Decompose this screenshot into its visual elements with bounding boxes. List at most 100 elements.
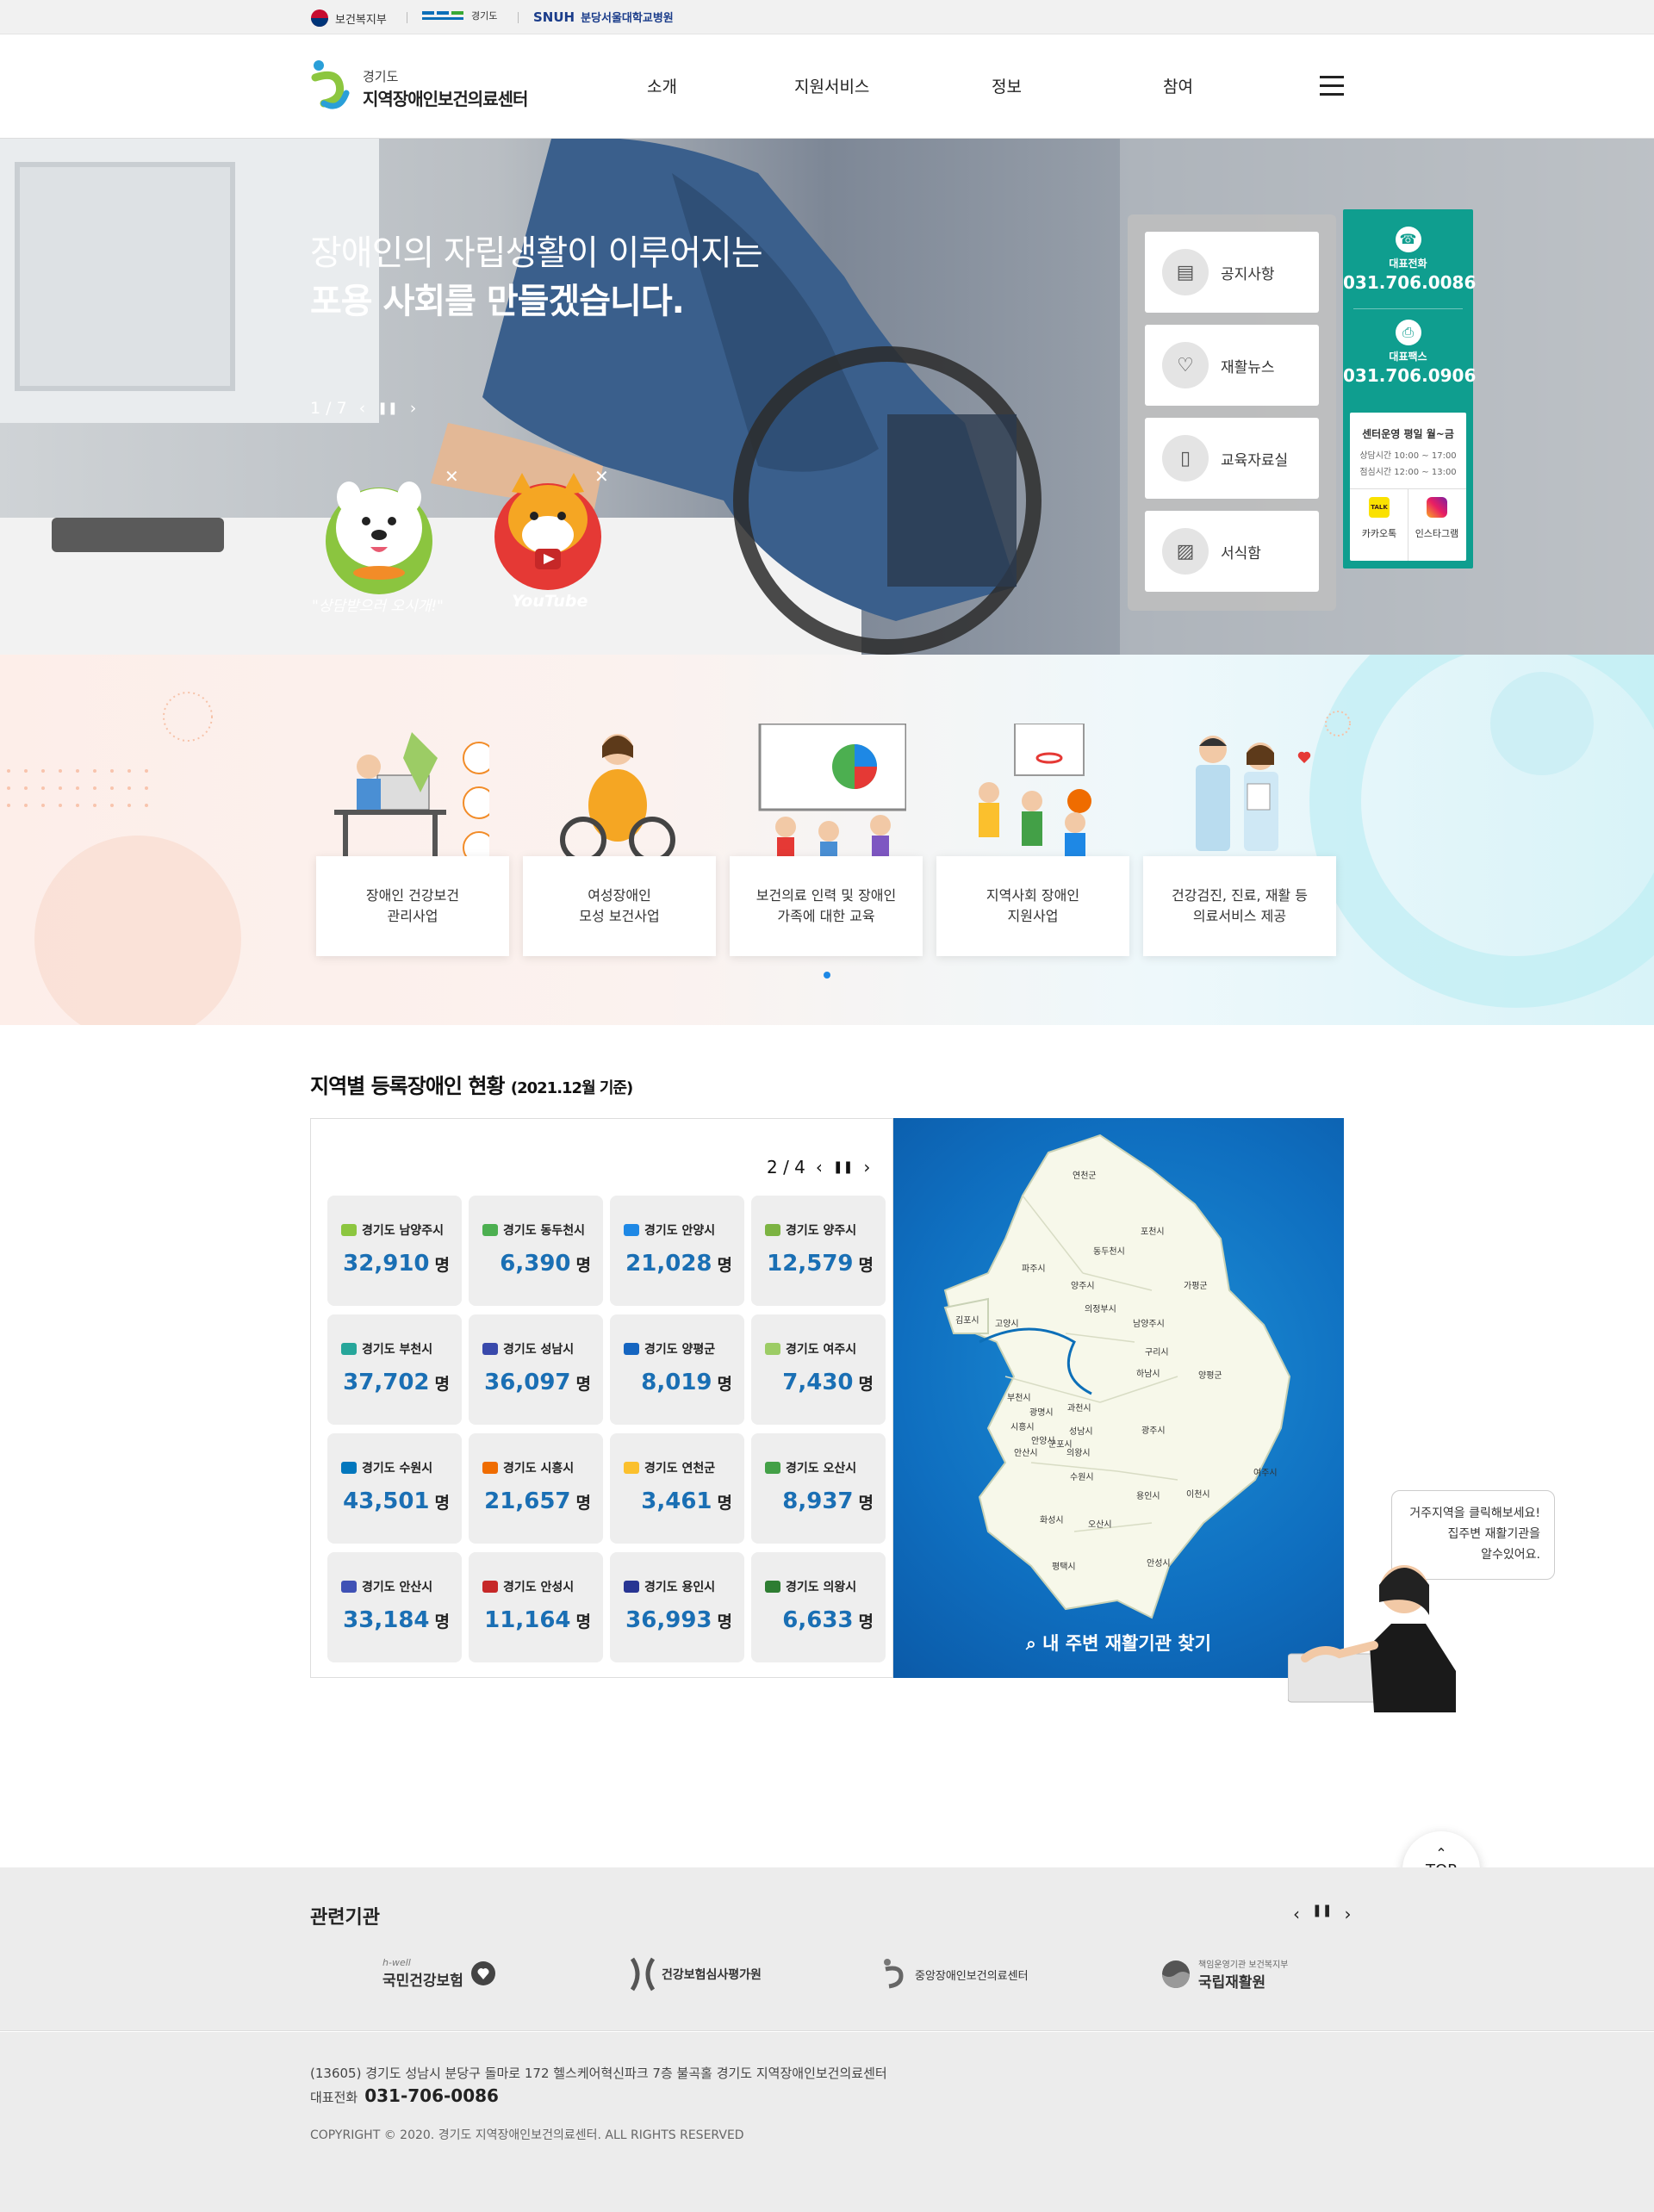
- fax-block: ⎙ 대표팩스 031.706.0906: [1343, 320, 1476, 386]
- region-card[interactable]: 경기도 동두천시 6,390 명: [469, 1196, 603, 1306]
- map-region-label[interactable]: 이천시: [1186, 1489, 1210, 1500]
- related-org-nrc[interactable]: 책임운영기관 보건복지부 국립재활원: [1160, 1957, 1288, 1991]
- related-pager: ‹ ❚❚ ›: [1293, 1904, 1351, 1924]
- region-date-note: (2021.12월 기준): [510, 1079, 633, 1097]
- kakaotalk-link[interactable]: TALK 카카오톡: [1353, 497, 1405, 540]
- related-prev-icon[interactable]: ‹: [1293, 1904, 1300, 1924]
- org-mohw-link[interactable]: 보건복지부: [310, 9, 387, 28]
- tel-block[interactable]: ☎ 대표전화 031.706.0086: [1343, 227, 1476, 293]
- map-region-label[interactable]: 용인시: [1136, 1491, 1160, 1501]
- site-footer: (13605) 경기도 성남시 분당구 돌마로 172 헬스케어혁신파크 7층 …: [0, 2032, 1654, 2212]
- city-emblem-icon: [624, 1581, 639, 1593]
- counseling-badge-close-icon[interactable]: ✕: [445, 466, 459, 487]
- city-emblem-icon: [765, 1343, 780, 1355]
- map-region-label[interactable]: 가평군: [1184, 1281, 1208, 1291]
- map-region-label[interactable]: 과천시: [1067, 1403, 1091, 1414]
- map-region-label[interactable]: 파주시: [1022, 1264, 1046, 1274]
- region-card[interactable]: 경기도 양평군 8,019 명: [610, 1314, 744, 1425]
- hira-logo-icon: [631, 1957, 655, 1991]
- region-next-icon[interactable]: ›: [863, 1157, 870, 1177]
- map-region-label[interactable]: 안산시: [1014, 1448, 1038, 1458]
- map-region-label[interactable]: 수원시: [1070, 1472, 1094, 1482]
- map-region-label[interactable]: 남양주시: [1133, 1319, 1165, 1329]
- map-region-label[interactable]: 오산시: [1088, 1519, 1112, 1530]
- business-slider-dot[interactable]: [824, 972, 830, 979]
- hero-next-icon[interactable]: ›: [410, 399, 417, 418]
- map-region-label[interactable]: 화성시: [1040, 1515, 1064, 1525]
- related-org-hira[interactable]: 건강보험심사평가원: [631, 1957, 762, 1991]
- map-region-label[interactable]: 양평군: [1198, 1370, 1222, 1381]
- youtube-character-badge[interactable]: [488, 466, 608, 595]
- region-pause-icon[interactable]: ❚❚: [833, 1160, 853, 1174]
- org-snuh-link[interactable]: SNUH 분당서울대학교병원: [533, 9, 674, 26]
- find-rehab-facility-button[interactable]: ⌕ 내 주변 재활기관 찾기: [893, 1630, 1344, 1656]
- quick-education-button[interactable]: ▯ 교육자료실: [1145, 418, 1319, 499]
- nav-about[interactable]: 소개: [647, 74, 677, 97]
- region-card[interactable]: 경기도 수원시 43,501 명: [327, 1433, 462, 1544]
- region-card[interactable]: 경기도 연천군 3,461 명: [610, 1433, 744, 1544]
- nav-info[interactable]: 정보: [992, 74, 1022, 97]
- map-region-label[interactable]: 의왕시: [1066, 1448, 1091, 1458]
- region-card[interactable]: 경기도 안성시 11,164 명: [469, 1552, 603, 1662]
- quick-rehab-news-button[interactable]: ♡ 재활뉴스: [1145, 325, 1319, 406]
- map-region-label[interactable]: 의정부시: [1085, 1304, 1116, 1314]
- region-card[interactable]: 경기도 성남시 36,097 명: [469, 1314, 603, 1425]
- region-card[interactable]: 경기도 안양시 21,028 명: [610, 1196, 744, 1306]
- map-region-label[interactable]: 여주시: [1253, 1468, 1278, 1478]
- region-name: 경기도 오산시: [765, 1459, 856, 1476]
- map-region-label[interactable]: 포천시: [1141, 1227, 1165, 1237]
- region-card[interactable]: 경기도 오산시 8,937 명: [751, 1433, 886, 1544]
- map-region-label[interactable]: 김포시: [955, 1315, 979, 1326]
- map-region-label[interactable]: 성남시: [1069, 1426, 1093, 1437]
- business-card-maternal-health[interactable]: 여성장애인 모성 보건사업: [523, 856, 716, 956]
- region-prev-icon[interactable]: ‹: [816, 1157, 823, 1177]
- youtube-badge-close-icon[interactable]: ✕: [594, 466, 609, 487]
- counseling-character-badge[interactable]: [314, 468, 444, 597]
- map-region-label[interactable]: 시흥시: [1010, 1421, 1035, 1432]
- map-region-label[interactable]: 광주시: [1141, 1426, 1166, 1436]
- map-region-label[interactable]: 부천시: [1007, 1393, 1031, 1403]
- map-region-label[interactable]: 고양시: [995, 1319, 1019, 1329]
- region-card[interactable]: 경기도 시흥시 21,657 명: [469, 1433, 603, 1544]
- business-card-community-support[interactable]: 지역사회 장애인 지원사업: [936, 856, 1129, 956]
- related-org-central-center[interactable]: 중앙장애인보건의료센터: [882, 1957, 1029, 1991]
- region-name: 경기도 양평군: [624, 1340, 715, 1358]
- map-region-label[interactable]: 연천군: [1073, 1171, 1097, 1181]
- map-region-label[interactable]: 양주시: [1071, 1281, 1095, 1291]
- region-card[interactable]: 경기도 양주시 12,579 명: [751, 1196, 886, 1306]
- quick-notice-button[interactable]: ▤ 공지사항: [1145, 232, 1319, 313]
- instagram-link[interactable]: 인스타그램: [1410, 497, 1464, 540]
- heart-chat-icon: ♡: [1162, 342, 1209, 388]
- region-card[interactable]: 경기도 남양주시 32,910 명: [327, 1196, 462, 1306]
- business-card-education[interactable]: 보건의료 인력 및 장애인 가족에 대한 교육: [730, 856, 923, 956]
- city-emblem-icon: [624, 1343, 639, 1355]
- region-card[interactable]: 경기도 여주시 7,430 명: [751, 1314, 886, 1425]
- footer-address: (13605) 경기도 성남시 분당구 돌마로 172 헬스케어혁신파크 7층 …: [310, 2066, 887, 2081]
- region-card[interactable]: 경기도 부천시 37,702 명: [327, 1314, 462, 1425]
- hero-prev-icon[interactable]: ‹: [359, 399, 366, 418]
- org-gyeonggi-link[interactable]: 경기도: [422, 9, 497, 22]
- nav-participation[interactable]: 참여: [1163, 74, 1193, 97]
- map-region-label[interactable]: 평택시: [1052, 1562, 1076, 1572]
- menu-hamburger-icon[interactable]: [1320, 76, 1344, 96]
- city-emblem-icon: [482, 1224, 498, 1236]
- region-card[interactable]: 경기도 용인시 36,993 명: [610, 1552, 744, 1662]
- hero-pause-icon[interactable]: ❚❚: [377, 401, 397, 415]
- related-next-icon[interactable]: ›: [1344, 1904, 1351, 1924]
- quick-forms-button[interactable]: ▨ 서식함: [1145, 511, 1319, 592]
- related-org-nhis[interactable]: h-well 국민건강보험: [382, 1957, 496, 1990]
- map-region-label[interactable]: 구리시: [1145, 1347, 1169, 1358]
- region-count: 11,164 명: [484, 1607, 591, 1633]
- business-card-medical-service[interactable]: 건강검진, 진료, 재활 등 의료서비스 제공: [1143, 856, 1336, 956]
- related-pause-icon[interactable]: ❚❚: [1312, 1904, 1332, 1924]
- city-emblem-icon: [765, 1581, 780, 1593]
- region-card[interactable]: 경기도 의왕시 6,633 명: [751, 1552, 886, 1662]
- map-region-label[interactable]: 광명시: [1029, 1407, 1054, 1418]
- region-card[interactable]: 경기도 안산시 33,184 명: [327, 1552, 462, 1662]
- gyeonggi-map[interactable]: 연천군포천시동두천시파주시양주시 가평군의정부시김포시 고양시 남양주시구리시하남시 양…: [893, 1118, 1344, 1678]
- map-region-label[interactable]: 동두천시: [1093, 1246, 1125, 1257]
- map-region-label[interactable]: 안성시: [1147, 1558, 1171, 1569]
- map-region-label[interactable]: 하남시: [1136, 1368, 1160, 1379]
- nav-support-services[interactable]: 지원서비스: [794, 74, 869, 97]
- business-card-health-management[interactable]: 장애인 건강보건 관리사업: [316, 856, 509, 956]
